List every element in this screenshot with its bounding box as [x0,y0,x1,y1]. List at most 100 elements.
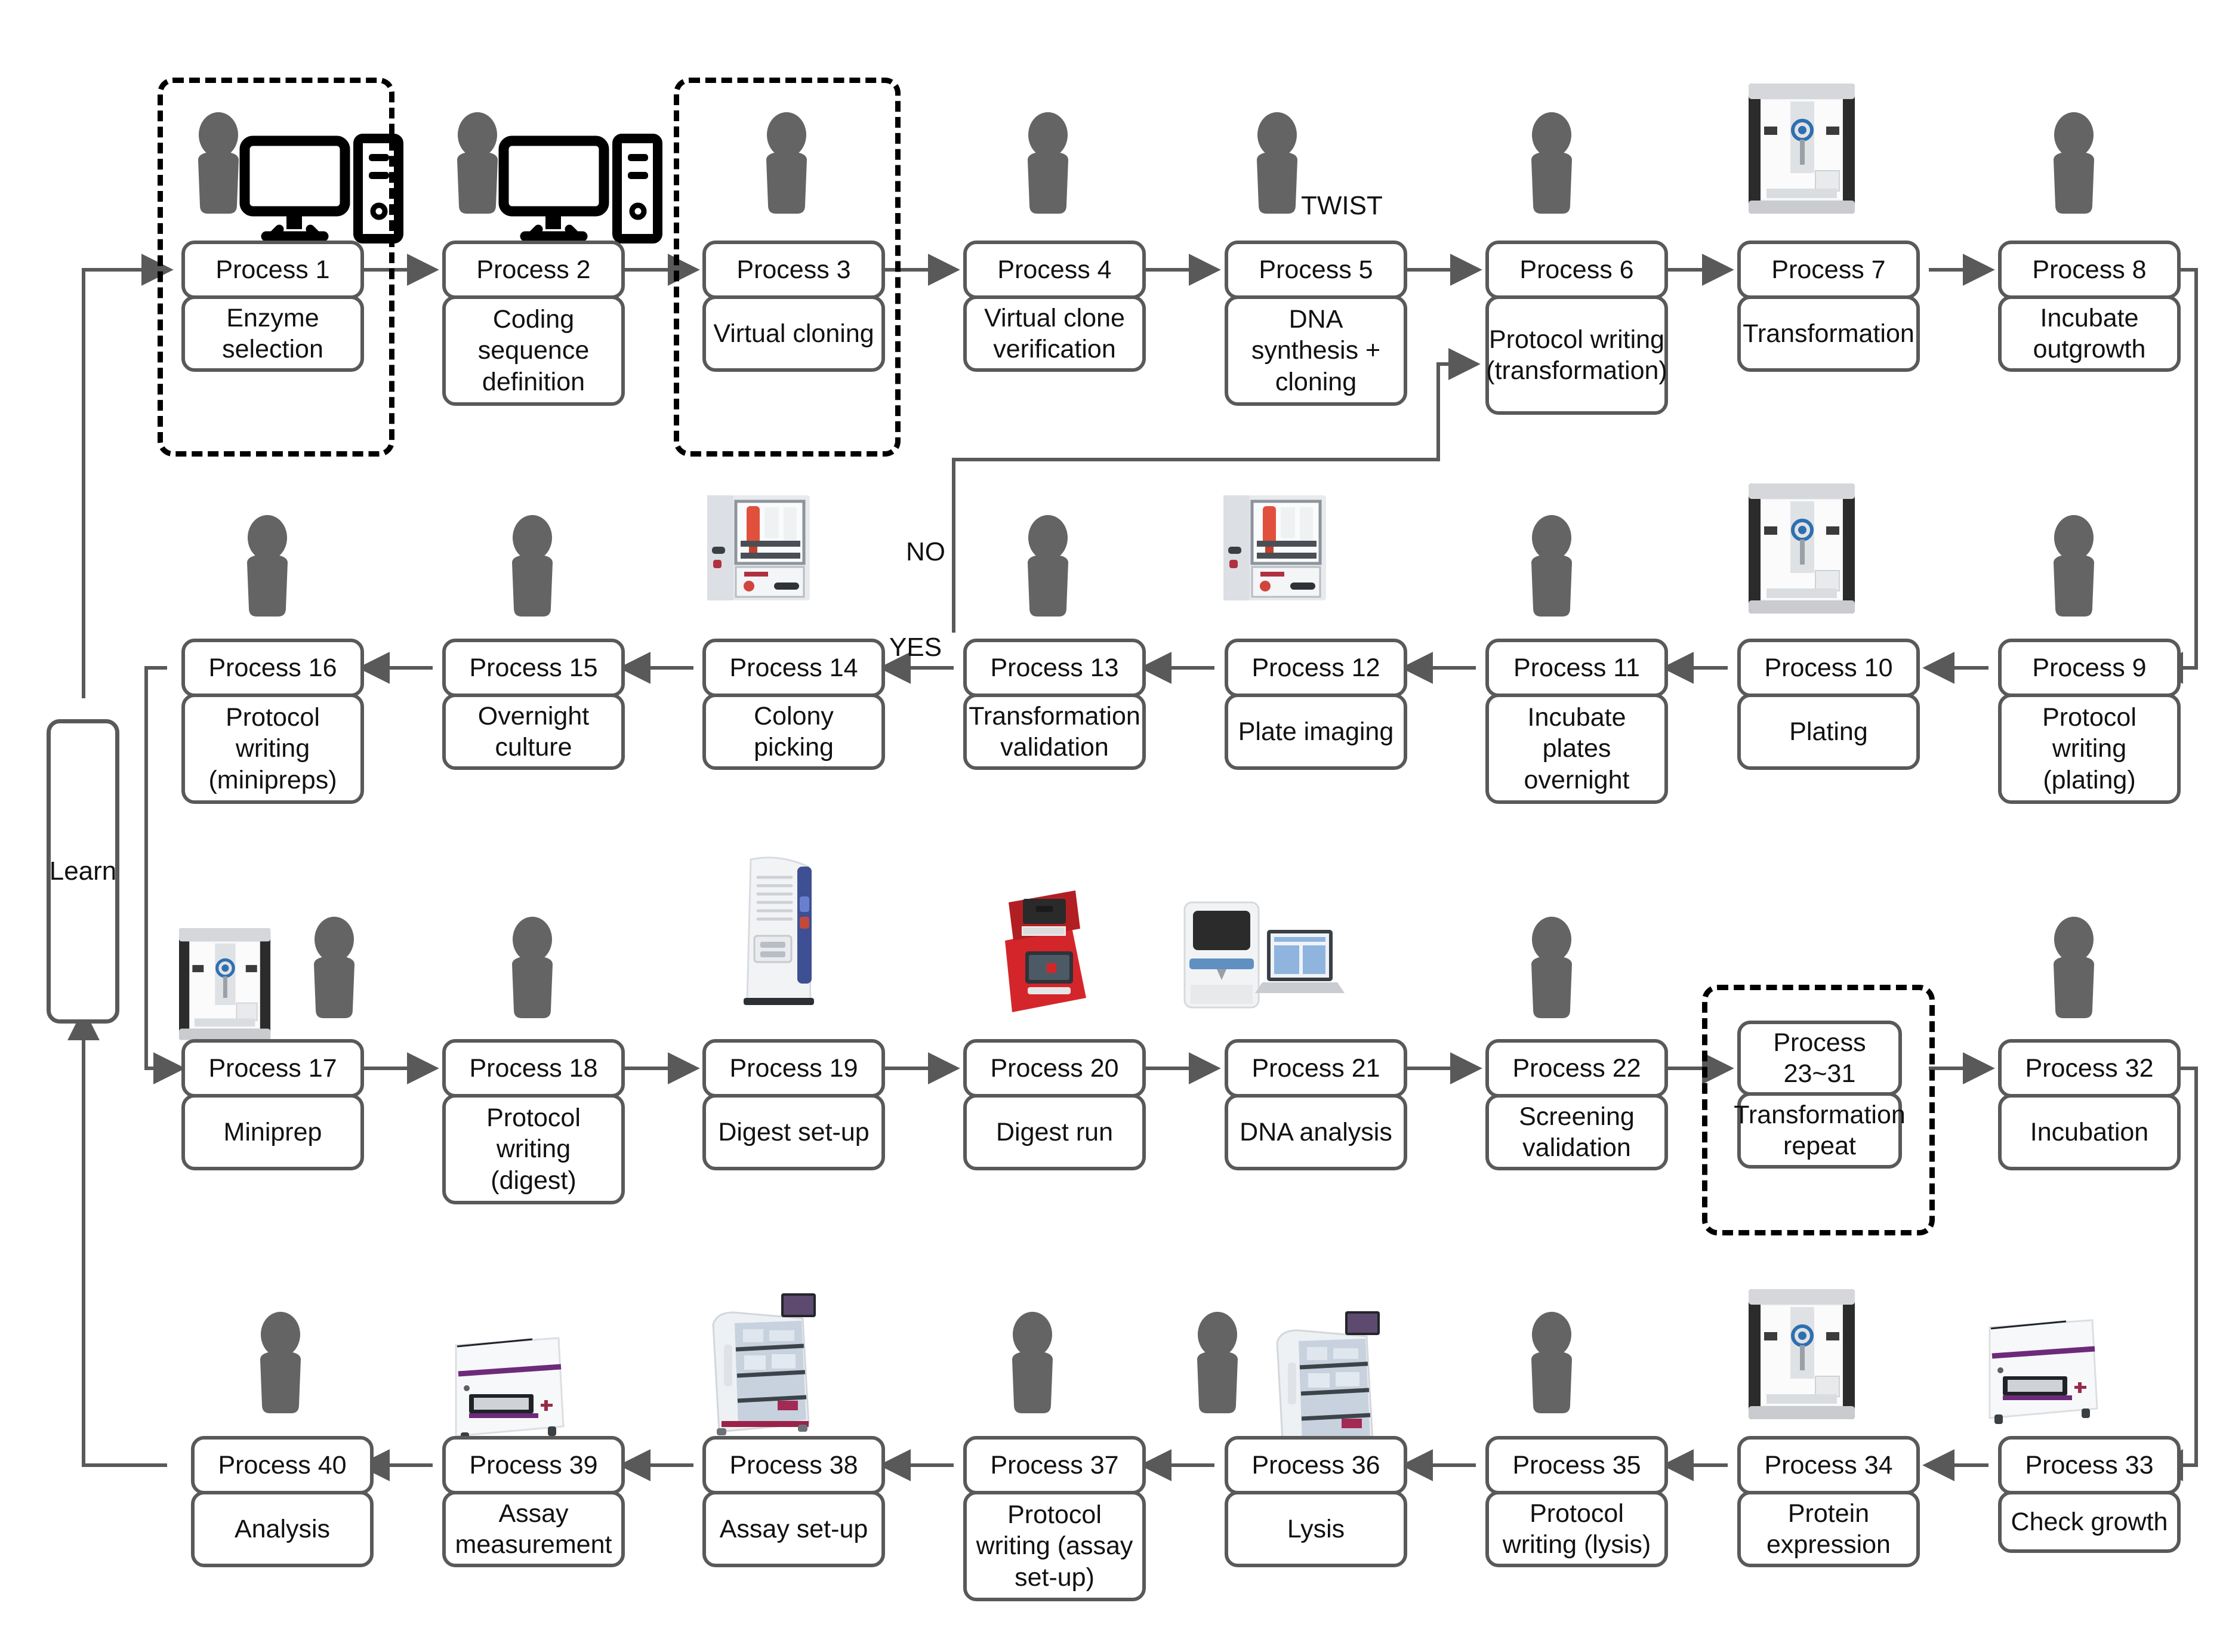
twist-label: TWIST [1301,191,1383,220]
node-process-10[interactable]: Process 10 Plating [1737,639,1920,770]
node-desc: Digest set-up [702,1094,885,1170]
node-process-13[interactable]: Process 13 Transformation validation [963,639,1146,770]
node-desc: Analysis [191,1491,374,1567]
node-title: Process 34 [1737,1436,1920,1494]
node-process-35[interactable]: Process 35 Protocol writing (lysis) [1485,1436,1668,1567]
node-process-9[interactable]: Process 9 Protocol writing (plating) [1998,639,2181,804]
node-process-32[interactable]: Process 32 Incubation [1998,1039,2181,1170]
person-icon-p11 [1531,515,1572,617]
node-title: Process 23~31 [1737,1021,1902,1096]
node-title: Process 15 [442,639,625,697]
node-desc: Check growth [1998,1491,2181,1553]
node-process-12[interactable]: Process 12 Plate imaging [1225,639,1407,770]
node-process-5[interactable]: Process 5 DNA synthesis + cloning [1225,241,1407,406]
node-process-39[interactable]: Process 39 Assay measurement [442,1436,625,1567]
node-title: Process 16 [181,639,364,697]
node-desc: Plating [1737,694,1920,770]
node-process-17[interactable]: Process 17 Miniprep [181,1039,364,1170]
person-icon-p18 [512,917,553,1018]
node-desc: Virtual cloning [702,295,885,372]
node-process-23-31[interactable]: Process 23~31 Transformation repeat [1734,1021,1906,1169]
opentrons-icon-p34 [1749,1289,1855,1419]
node-process-37[interactable]: Process 37 Protocol writing (assay set-u… [963,1436,1146,1601]
person-icon-p9 [2054,515,2094,617]
person-icon-p4 [1028,112,1068,214]
node-desc: Incubate plates overnight [1485,694,1668,804]
person-icon-p6 [1531,112,1572,214]
node-process-7[interactable]: Process 7 Transformation [1737,241,1920,372]
incubator-shaker-icon-p38 [713,1293,816,1435]
node-title: Process 13 [963,639,1146,697]
node-process-14[interactable]: Process 14 Colony picking [702,639,885,770]
node-title: Process 6 [1485,241,1668,299]
node-title: Process 38 [702,1436,885,1494]
node-process-1[interactable]: Process 1 Enzyme selection [181,241,364,372]
node-title: Process 5 [1225,241,1407,299]
person-icon-p13 [1028,515,1068,617]
node-desc: Assay set-up [702,1491,885,1567]
node-process-40[interactable]: Process 40 Analysis [191,1436,374,1567]
node-process-19[interactable]: Process 19 Digest set-up [702,1039,885,1170]
node-process-18[interactable]: Process 18 Protocol writing (digest) [442,1039,625,1204]
node-process-16[interactable]: Process 16 Protocol writing (minipreps) [181,639,364,804]
node-process-36[interactable]: Process 36 Lysis [1225,1436,1407,1567]
node-title: Process 21 [1225,1039,1407,1098]
opentrons-icon-p7 [1749,84,1855,214]
node-title: Process 19 [702,1039,885,1098]
node-process-3[interactable]: Process 3 Virtual cloning [702,241,885,372]
node-process-4[interactable]: Process 4 Virtual clone verification [963,241,1146,372]
clariostar-icon-p39 [456,1338,563,1442]
node-title: Process 9 [1998,639,2181,697]
node-title: Process 2 [442,241,625,299]
node-desc: Overnight culture [442,694,625,770]
opentrons-icon-p17 [179,928,270,1040]
learn-box[interactable]: Learn [47,719,119,1024]
node-title: Process 10 [1737,639,1920,697]
node-title: Process 8 [1998,241,2181,299]
node-process-34[interactable]: Process 34 Protein expression [1737,1436,1920,1567]
learn-label: Learn [49,856,117,886]
node-process-2[interactable]: Process 2 Coding sequence definition [442,241,625,406]
node-desc: Transformation repeat [1734,1092,1906,1169]
node-desc: Transformation validation [963,694,1146,770]
person-icon-p16 [247,515,288,617]
node-title: Process 33 [1998,1436,2181,1494]
computer-icon-p2 [504,138,658,239]
node-title: Process 37 [963,1436,1146,1494]
node-desc: Incubation [1998,1094,2181,1170]
pipette-tower-icon-p19 [744,858,814,1005]
node-desc: Screening validation [1485,1094,1668,1170]
node-title: Process 22 [1485,1039,1668,1098]
person-icon-p40 [260,1312,301,1413]
node-title: Process 36 [1225,1436,1407,1494]
node-title: Process 39 [442,1436,625,1494]
node-process-20[interactable]: Process 20 Digest run [963,1039,1146,1170]
node-desc: Protocol writing (transformation) [1485,295,1668,415]
node-title: Process 3 [702,241,885,299]
node-process-11[interactable]: Process 11 Incubate plates overnight [1485,639,1668,804]
node-process-15[interactable]: Process 15 Overnight culture [442,639,625,770]
analyzer-laptop-icon-p21 [1183,901,1346,1009]
node-process-21[interactable]: Process 21 DNA analysis [1225,1039,1407,1170]
node-title: Process 17 [181,1039,364,1098]
node-desc: Digest run [963,1094,1146,1170]
node-title: Process 4 [963,241,1146,299]
workflow-diagram: Learn TWIST NO YES Process 1 Enzyme sele… [0,0,2229,1652]
person-icon-p36 [1197,1312,1238,1413]
person-icon-p22 [1531,917,1572,1018]
node-title: Process 7 [1737,241,1920,299]
node-title: Process 32 [1998,1039,2181,1098]
node-desc: Protocol writing (digest) [442,1094,625,1204]
node-process-6[interactable]: Process 6 Protocol writing (transformati… [1485,241,1668,415]
person-icon-p17 [314,917,354,1018]
node-desc: DNA synthesis + cloning [1225,295,1407,406]
node-process-33[interactable]: Process 33 Check growth [1998,1436,2181,1553]
node-desc: Incubate outgrowth [1998,295,2181,372]
node-process-22[interactable]: Process 22 Screening validation [1485,1039,1668,1170]
node-process-38[interactable]: Process 38 Assay set-up [702,1436,885,1567]
person-icon-p37 [1012,1312,1053,1413]
node-process-8[interactable]: Process 8 Incubate outgrowth [1998,241,2181,372]
node-title: Process 14 [702,639,885,697]
pixl-icon-p12 [1223,495,1326,600]
node-desc: Protein expression [1737,1491,1920,1567]
